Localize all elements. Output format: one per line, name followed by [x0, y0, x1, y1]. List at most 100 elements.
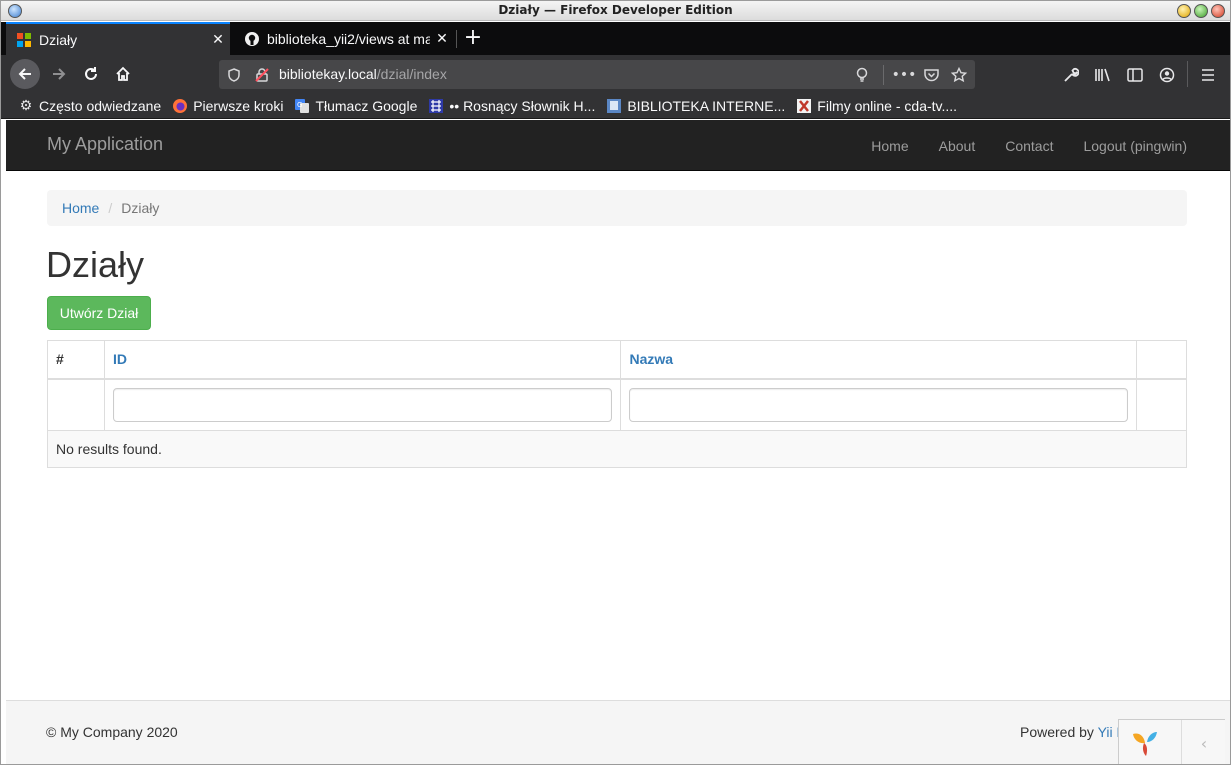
url-bar[interactable]: bibliotekay.local/dzial/index •••	[219, 60, 975, 89]
close-window-button[interactable]	[1211, 4, 1225, 18]
home-button[interactable]	[108, 59, 138, 89]
yii-logo-icon[interactable]	[1130, 728, 1160, 758]
google-translate-icon: G	[295, 98, 310, 113]
bookmark-filmy-online[interactable]: Filmy online - cda-tv....	[796, 98, 957, 114]
bookmark-label: Tłumacz Google	[315, 97, 418, 114]
toolbar-separator	[1187, 61, 1188, 87]
tab-separator	[456, 30, 457, 48]
reload-icon	[85, 67, 97, 80]
dictionary-icon	[429, 98, 444, 113]
bookmark-czesto-odwiedzane[interactable]: ⚙ Często odwiedzane	[18, 97, 162, 114]
app-brand[interactable]: My Application	[47, 134, 163, 155]
gear-icon: ⚙	[19, 97, 33, 113]
nav-contact[interactable]: Contact	[1005, 138, 1053, 154]
filter-cell-id	[103, 378, 622, 431]
footer-copyright: © My Company 2020	[46, 724, 178, 740]
svg-text:G: G	[297, 101, 302, 109]
filter-id-input[interactable]	[112, 387, 613, 422]
grid-filter-row	[47, 378, 1187, 431]
firefox-icon	[173, 98, 188, 113]
url-text: bibliotekay.local/dzial/index	[279, 66, 447, 82]
account-icon[interactable]	[1157, 65, 1177, 85]
page-actions-icon[interactable]: •••	[892, 66, 917, 84]
forward-button[interactable]	[44, 59, 74, 89]
nav-home[interactable]: Home	[871, 138, 908, 154]
url-divider	[883, 65, 884, 85]
bookmark-label: Pierwsze kroki	[193, 97, 284, 114]
yii-debug-toolbar: ‹	[1118, 719, 1226, 764]
hamburger-menu-icon[interactable]	[1198, 65, 1218, 85]
sort-id-link[interactable]: ID	[113, 351, 127, 367]
arrow-right-icon	[53, 68, 66, 80]
create-dzial-button[interactable]: Utwórz Dział	[47, 296, 151, 330]
column-header-id: ID	[103, 340, 622, 380]
bookmark-pierwsze-kroki[interactable]: Pierwsze kroki	[172, 98, 283, 114]
filter-nazwa-input[interactable]	[629, 387, 1129, 422]
page-content: My Application Home About Contact Logout…	[6, 120, 1230, 764]
tab-strip: Działy ✕ biblioteka_yii2/views at master…	[1, 22, 1230, 55]
tracking-protection-icon[interactable]	[225, 66, 243, 84]
close-tab-icon[interactable]: ✕	[206, 31, 230, 48]
pocket-icon[interactable]	[922, 66, 940, 84]
new-tab-icon[interactable]: +	[461, 23, 485, 53]
tab-dzialy[interactable]: Działy ✕	[6, 22, 230, 55]
cda-icon	[797, 98, 812, 113]
bookmarks-toolbar: ⚙ Często odwiedzane Pierwsze kroki G Tłu…	[1, 93, 1230, 119]
column-header-nazwa: Nazwa	[620, 340, 1138, 380]
app-nav-links: Home About Contact Logout (pingwin)	[841, 120, 1187, 171]
filter-cell-actions	[1136, 378, 1187, 431]
back-button[interactable]	[10, 59, 40, 89]
maximize-button[interactable]	[1194, 4, 1208, 18]
bookmark-label: •• Rosnący Słownik H...	[449, 97, 596, 114]
bookmark-label: Często odwiedzane	[39, 97, 162, 114]
tab-label: Działy	[39, 31, 78, 48]
breadcrumb: Home / Działy	[47, 190, 1187, 226]
tab-label: biblioteka_yii2/views at master	[267, 30, 430, 47]
filter-cell-nazwa	[620, 378, 1138, 431]
arrow-left-icon	[18, 68, 31, 80]
nav-about[interactable]: About	[939, 138, 976, 154]
column-header-serial: #	[47, 340, 105, 380]
page-footer: © My Company 2020 Powered by Yii Framewo…	[6, 700, 1230, 764]
site-favicon-icon	[17, 32, 31, 47]
lightbulb-icon[interactable]	[853, 66, 871, 84]
bookmark-tlumacz-google[interactable]: G Tłumacz Google	[294, 98, 417, 114]
powered-by-text: Powered by	[1020, 724, 1098, 740]
app-navbar: My Application Home About Contact Logout…	[6, 120, 1230, 171]
breadcrumb-home-link[interactable]: Home	[62, 200, 99, 216]
bookmark-star-icon[interactable]	[950, 66, 968, 84]
window-title: Działy — Firefox Developer Edition	[498, 3, 733, 17]
tab-github[interactable]: biblioteka_yii2/views at master ✕	[234, 22, 454, 55]
browser-window: Działy — Firefox Developer Edition Dział…	[0, 0, 1231, 765]
empty-message: No results found.	[47, 430, 1187, 468]
grid-header-row: # ID Nazwa	[47, 340, 1187, 380]
github-icon	[245, 31, 259, 46]
insecure-lock-icon[interactable]	[253, 66, 271, 84]
library-icon[interactable]	[1093, 65, 1113, 85]
sort-nazwa-link[interactable]: Nazwa	[629, 351, 673, 367]
close-tab-icon[interactable]: ✕	[430, 30, 454, 47]
url-host: bibliotekay.local	[279, 66, 377, 82]
navigation-toolbar: bibliotekay.local/dzial/index •••	[1, 55, 1230, 93]
window-titlebar: Działy — Firefox Developer Edition	[1, 1, 1230, 21]
breadcrumb-current: Działy	[121, 200, 160, 216]
nav-logout[interactable]: Logout (pingwin)	[1083, 138, 1187, 154]
bookmark-biblioteka-internetowa[interactable]: BIBLIOTEKA INTERNE...	[606, 98, 785, 114]
home-icon	[116, 66, 130, 81]
column-header-actions	[1136, 340, 1187, 380]
filter-cell-serial	[47, 378, 105, 431]
reload-button[interactable]	[76, 59, 106, 89]
sidebar-icon[interactable]	[1125, 65, 1145, 85]
wrench-icon[interactable]	[1061, 65, 1081, 85]
url-path: /dzial/index	[376, 66, 447, 82]
minimize-button[interactable]	[1177, 4, 1191, 18]
bookmark-label: Filmy online - cda-tv....	[817, 97, 958, 114]
bookmark-rosnacy-slownik[interactable]: •• Rosnący Słownik H...	[428, 98, 595, 114]
chevron-left-icon[interactable]: ‹	[1181, 720, 1226, 764]
dzial-grid: # ID Nazwa No results found.	[47, 340, 1187, 468]
page-title: Działy	[46, 244, 145, 285]
bookmark-label: BIBLIOTEKA INTERNE...	[627, 97, 786, 114]
library-icon	[607, 98, 622, 113]
grid-empty-row: No results found.	[47, 430, 1187, 468]
breadcrumb-separator: /	[108, 200, 113, 216]
